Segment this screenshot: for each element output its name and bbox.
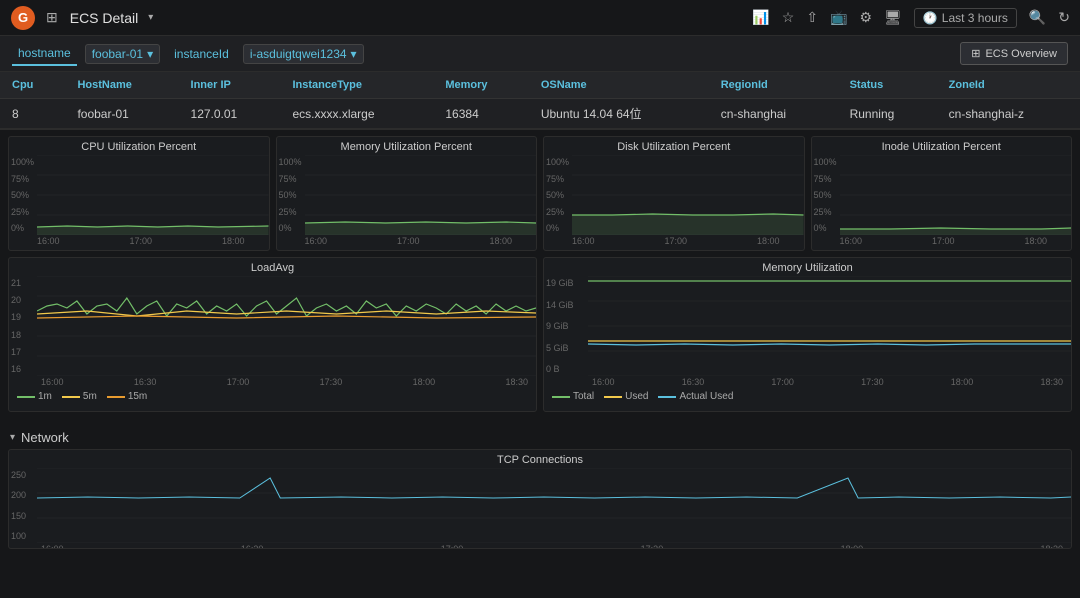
clock-icon: 🕐: [923, 11, 938, 25]
cell-innerip: 127.0.01: [179, 99, 281, 129]
page-title: ECS Detail: [70, 10, 138, 26]
memory-utilization-chart: Memory Utilization 19 GiB 14 GiB 9 GiB 5…: [543, 257, 1072, 412]
cpu-chart-title: CPU Utilization Percent: [9, 137, 269, 155]
loadavg-chart: LoadAvg 21 20 19 18 17 16: [8, 257, 537, 412]
inode-x-labels: 16:00 17:00 18:00: [812, 235, 1072, 248]
legend-actual-used: Actual Used: [658, 391, 733, 402]
network-chevron-icon[interactable]: ▾: [10, 432, 15, 443]
col-osname: OSName: [529, 72, 709, 99]
network-section-title: Network: [21, 430, 69, 445]
cpu-x-labels: 16:00 17:00 18:00: [9, 235, 269, 248]
instanceid-value: i-asduigtqwei1234: [250, 47, 347, 61]
col-memory: Memory: [433, 72, 528, 99]
refresh-icon[interactable]: ↻: [1058, 9, 1070, 26]
bar-chart-icon[interactable]: 📊: [752, 9, 769, 26]
tcp-chart-title: TCP Connections: [9, 450, 1071, 468]
star-icon[interactable]: ☆: [782, 9, 795, 26]
inode-chart-title: Inode Utilization Percent: [812, 137, 1072, 155]
instanceid-caret-icon: ▾: [351, 47, 357, 61]
top-nav: G ⊞ ECS Detail ▾ 📊 ☆ ⇧ 📺 ⚙ 🖥 🕐 Last 3 ho…: [0, 0, 1080, 36]
large-charts-row: LoadAvg 21 20 19 18 17 16: [8, 257, 1072, 412]
cell-instancetype: ecs.xxxx.xlarge: [280, 99, 433, 129]
inode-utilization-chart: Inode Utilization Percent 100% 75% 50% 2…: [811, 136, 1073, 251]
cell-zoneid: cn-shanghai-z: [937, 99, 1080, 129]
loadavg-legend: 1m 5m 15m: [9, 389, 536, 406]
legend-15m: 15m: [107, 391, 147, 402]
filter-bar: hostname foobar-01 ▾ instanceId i-asduig…: [0, 36, 1080, 72]
svg-text:G: G: [18, 10, 28, 25]
monitor-icon[interactable]: 🖥: [884, 9, 902, 26]
tv-icon[interactable]: 📺: [830, 9, 847, 26]
network-charts-area: TCP Connections 250 200 150 100 16:00 16…: [0, 449, 1080, 555]
gear-icon[interactable]: ⚙: [859, 9, 872, 26]
instance-info-table: Cpu HostName Inner IP InstanceType Memor…: [0, 72, 1080, 129]
col-regionid: RegionId: [709, 72, 838, 99]
cpu-utilization-chart: CPU Utilization Percent 100% 75% 50% 25%…: [8, 136, 270, 251]
legend-used: Used: [604, 391, 648, 402]
grid-icon[interactable]: ⊞: [46, 9, 58, 26]
memory-percent-chart-title: Memory Utilization Percent: [277, 137, 537, 155]
col-cpu: Cpu: [0, 72, 65, 99]
table-row: 8 foobar-01 127.0.01 ecs.xxxx.xlarge 163…: [0, 99, 1080, 129]
cell-status: Running: [838, 99, 937, 129]
legend-1m: 1m: [17, 391, 52, 402]
title-caret-icon[interactable]: ▾: [148, 12, 153, 23]
charts-section: CPU Utilization Percent 100% 75% 50% 25%…: [0, 130, 1080, 424]
cell-osname: Ubuntu 14.04 64位: [529, 99, 709, 129]
cell-hostname: foobar-01: [65, 99, 178, 129]
hostname-tab[interactable]: hostname: [12, 42, 77, 66]
time-range-label: Last 3 hours: [942, 11, 1008, 25]
small-charts-row: CPU Utilization Percent 100% 75% 50% 25%…: [8, 136, 1072, 251]
search-icon[interactable]: 🔍: [1029, 9, 1046, 26]
disk-chart-title: Disk Utilization Percent: [544, 137, 804, 155]
memory-util-legend: Total Used Actual Used: [544, 389, 1071, 406]
cell-regionid: cn-shanghai: [709, 99, 838, 129]
col-innerip: Inner IP: [179, 72, 281, 99]
info-table-section: Cpu HostName Inner IP InstanceType Memor…: [0, 72, 1080, 130]
instanceid-tab[interactable]: instanceId: [168, 43, 235, 65]
grid-small-icon: ⊞: [971, 47, 980, 60]
legend-total: Total: [552, 391, 594, 402]
col-instancetype: InstanceType: [280, 72, 433, 99]
hostname-dropdown[interactable]: foobar-01 ▾: [85, 44, 160, 64]
memory-util-title: Memory Utilization: [544, 258, 1071, 276]
hostname-value: foobar-01: [92, 47, 143, 61]
tcp-connections-chart: TCP Connections 250 200 150 100 16:00 16…: [8, 449, 1072, 549]
loadavg-title: LoadAvg: [9, 258, 536, 276]
legend-5m: 5m: [62, 391, 97, 402]
disk-utilization-chart: Disk Utilization Percent 100% 75% 50% 25…: [543, 136, 805, 251]
memory-percent-x-labels: 16:00 17:00 18:00: [277, 235, 537, 248]
ecs-overview-button[interactable]: ⊞ ECS Overview: [960, 42, 1068, 65]
col-zoneid: ZoneId: [937, 72, 1080, 99]
col-hostname: HostName: [65, 72, 178, 99]
col-status: Status: [838, 72, 937, 99]
cell-cpu: 8: [0, 99, 65, 129]
cell-memory: 16384: [433, 99, 528, 129]
share-icon[interactable]: ⇧: [806, 9, 818, 26]
hostname-caret-icon: ▾: [147, 47, 153, 61]
network-section-header: ▾ Network: [0, 424, 1080, 449]
logo-icon: G: [10, 5, 36, 31]
disk-x-labels: 16:00 17:00 18:00: [544, 235, 804, 248]
time-range-picker[interactable]: 🕐 Last 3 hours: [914, 8, 1017, 28]
memory-utilization-percent-chart: Memory Utilization Percent 100% 75% 50% …: [276, 136, 538, 251]
instanceid-dropdown[interactable]: i-asduigtqwei1234 ▾: [243, 44, 364, 64]
